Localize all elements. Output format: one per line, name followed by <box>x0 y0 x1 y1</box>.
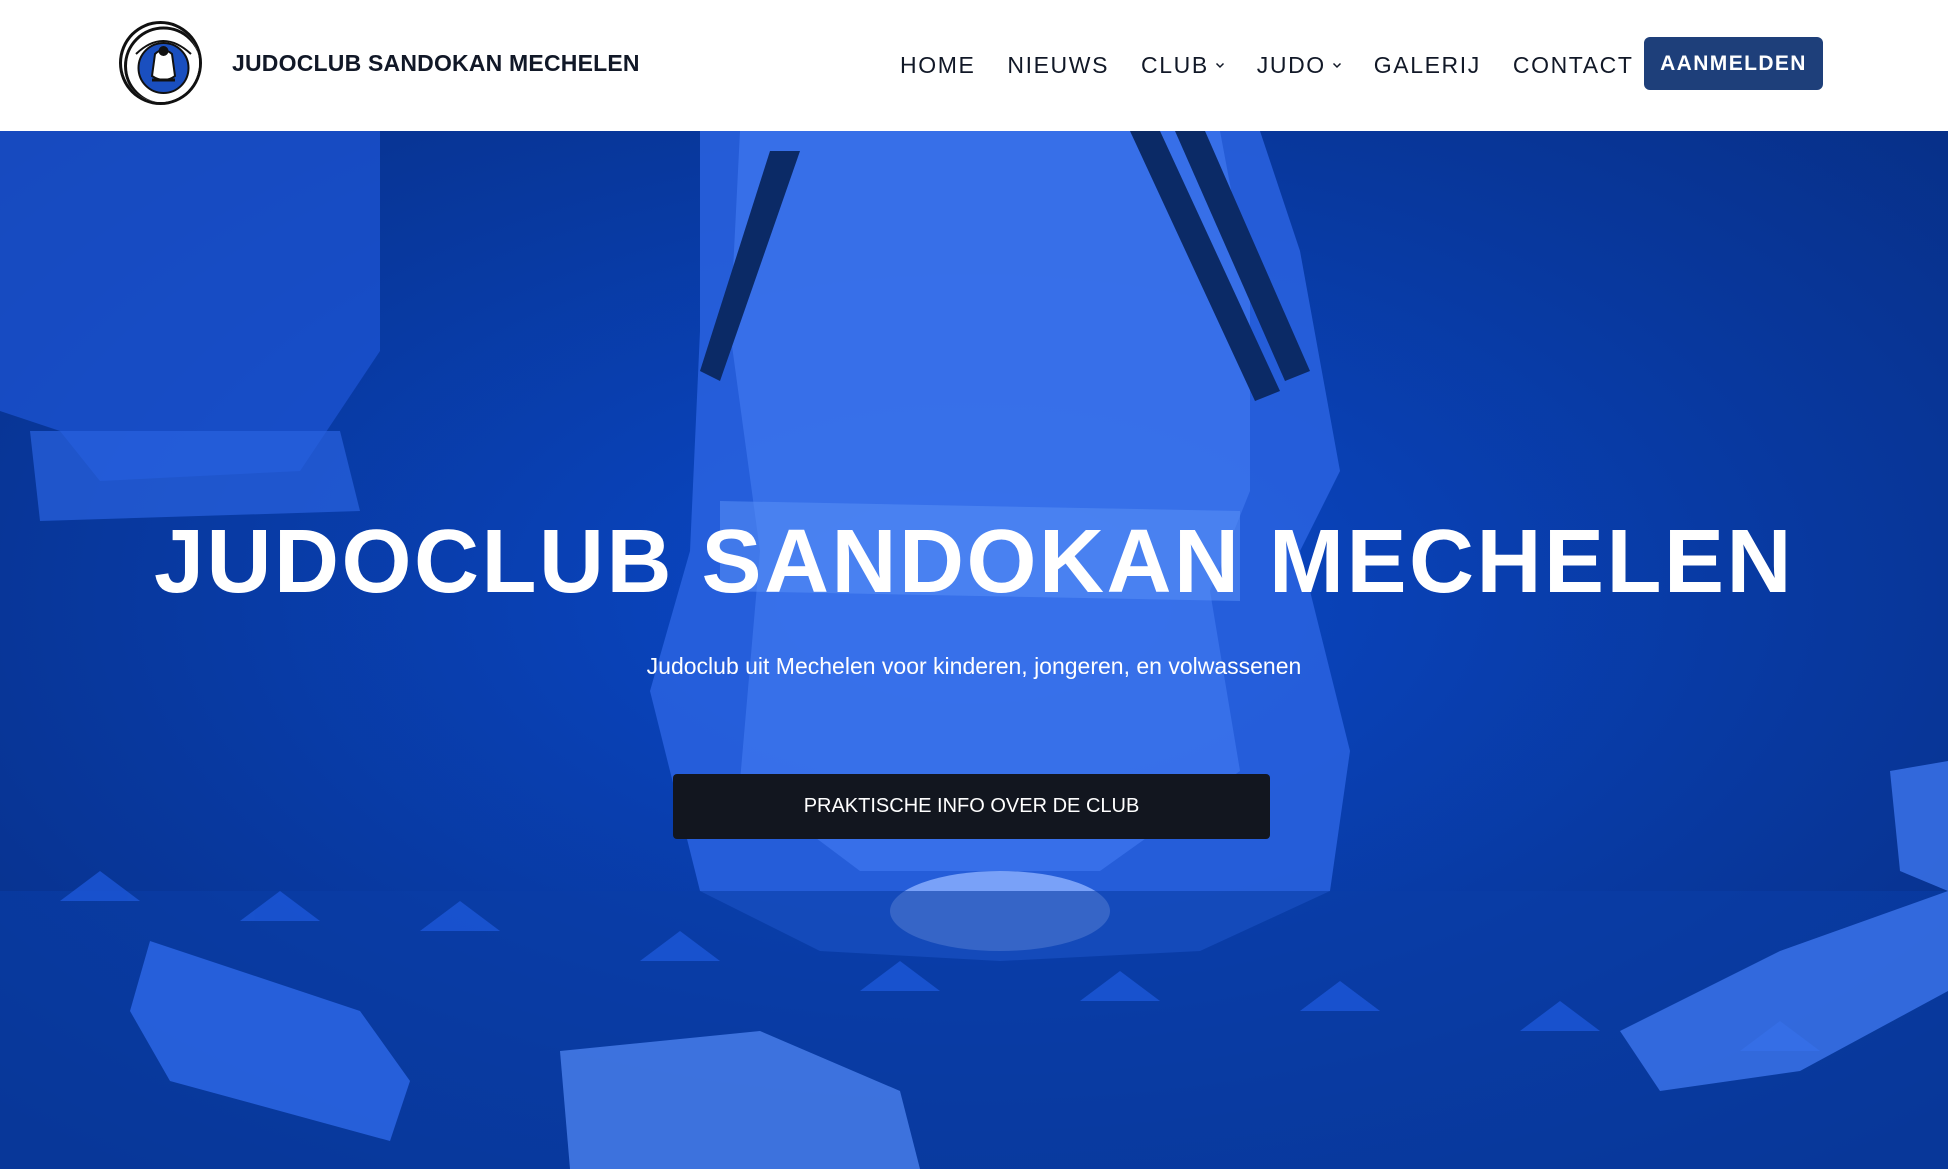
nav-item-label: CLUB <box>1141 52 1209 78</box>
nav-item-label: HOME <box>900 52 976 78</box>
main-nav: HOME NIEUWS CLUB JUDO GALERIJ CONTACT <box>900 0 1666 131</box>
club-logo <box>119 21 202 105</box>
logo-emblem-icon <box>124 26 199 102</box>
brand-name: JUDOCLUB SANDOKAN MECHELEN <box>232 49 640 76</box>
nav-item-home[interactable]: HOME <box>900 52 975 79</box>
site-header: JUDOCLUB SANDOKAN MECHELEN HOME NIEUWS C… <box>0 0 1948 131</box>
nav-item-nieuws[interactable]: NIEUWS <box>1007 52 1109 79</box>
nav-item-galerij[interactable]: GALERIJ <box>1374 52 1481 79</box>
nav-item-contact[interactable]: CONTACT <box>1513 52 1634 79</box>
aanmelden-button[interactable]: AANMELDEN <box>1644 37 1823 90</box>
nav-item-club[interactable]: CLUB <box>1141 52 1225 79</box>
hero-title: JUDOCLUB SANDOKAN MECHELEN <box>153 512 1795 612</box>
nav-item-label: NIEUWS <box>1007 52 1110 78</box>
nav-item-label: CONTACT <box>1512 52 1634 78</box>
hero-section: JUDOCLUB SANDOKAN MECHELEN Judoclub uit … <box>0 131 1948 1169</box>
nav-item-label: JUDO <box>1256 52 1326 78</box>
chevron-down-icon <box>1215 62 1224 68</box>
hero-background-image <box>0 131 1948 1169</box>
praktische-info-button[interactable]: PRAKTISCHE INFO OVER DE CLUB <box>673 774 1270 839</box>
chevron-down-icon <box>1332 62 1341 68</box>
nav-item-label: GALERIJ <box>1373 52 1481 78</box>
brand-home-link[interactable]: JUDOCLUB SANDOKAN MECHELEN <box>119 21 640 105</box>
hero-subtitle: Judoclub uit Mechelen voor kinderen, jon… <box>646 653 1302 679</box>
nav-item-judo[interactable]: JUDO <box>1257 52 1342 79</box>
